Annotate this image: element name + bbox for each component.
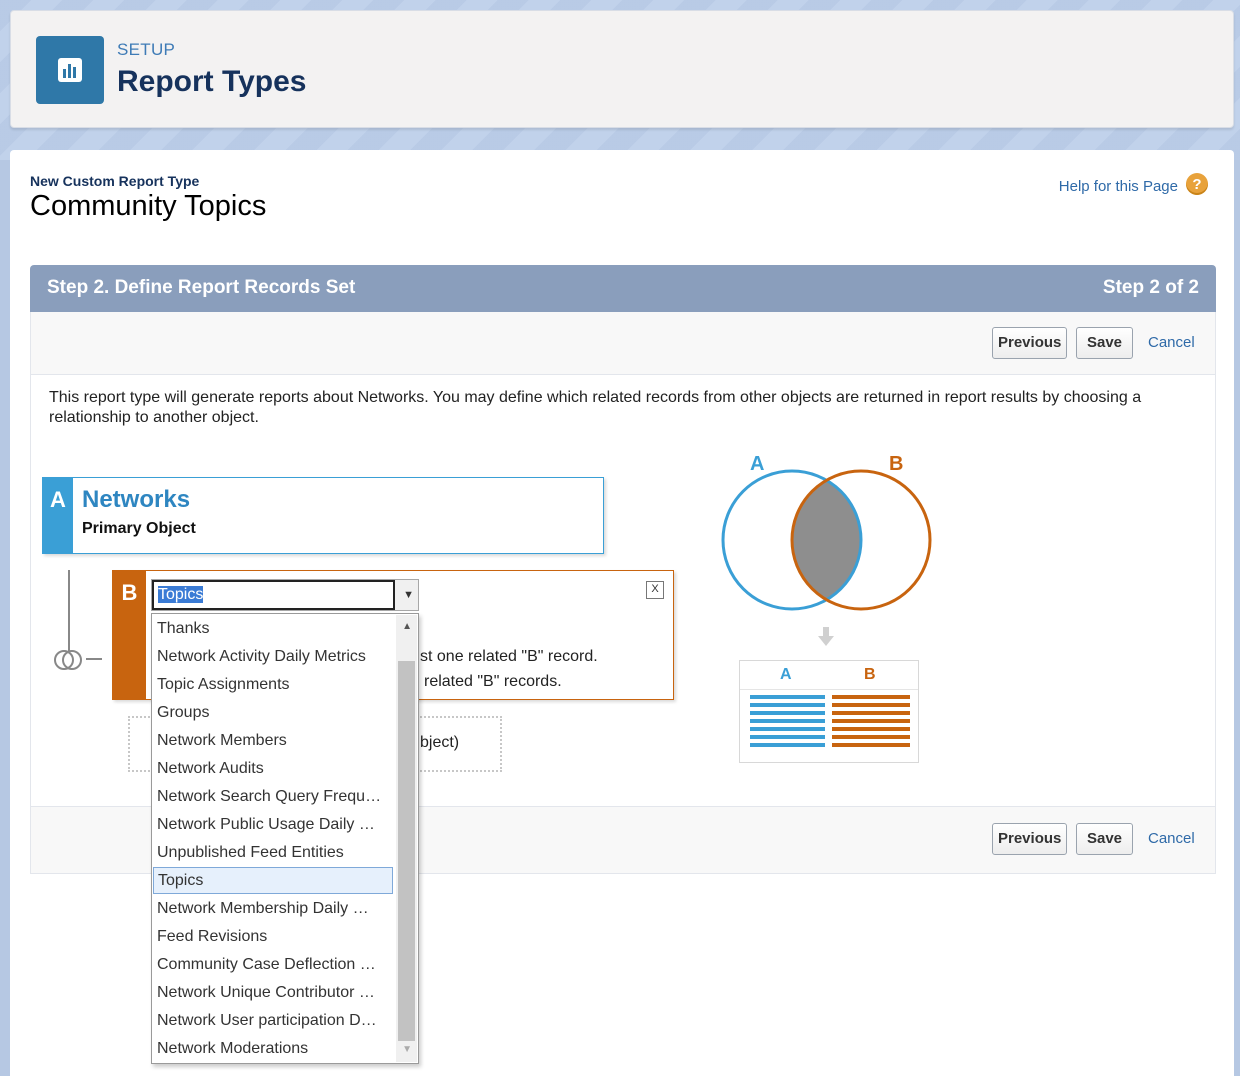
step-title: Step 2. Define Report Records Set	[47, 277, 356, 298]
table-label-b: B	[864, 666, 876, 683]
dropdown-option[interactable]: Network Membership Daily …	[153, 895, 393, 922]
table-divider	[740, 689, 918, 690]
setup-header: SETUP Report Types	[10, 10, 1234, 128]
dropdown-option[interactable]: Unpublished Feed Entities	[153, 839, 393, 866]
object-a-tag: A	[43, 478, 73, 553]
primary-object-label: Primary Object	[82, 520, 196, 537]
down-arrow-icon	[818, 627, 834, 646]
primary-object-box: A Networks Primary Object	[42, 477, 604, 554]
cancel-link[interactable]: Cancel	[1148, 823, 1195, 855]
dropdown-option[interactable]: Topics	[153, 867, 393, 894]
table-label-a: A	[780, 666, 792, 683]
cancel-link[interactable]: Cancel	[1148, 327, 1195, 359]
report-chart-icon	[36, 36, 104, 104]
step-counter: Step 2 of 2	[1102, 277, 1199, 298]
description-text: This report type will generate reports a…	[49, 389, 1142, 426]
dropdown-option[interactable]: Feed Revisions	[153, 923, 393, 950]
previous-button[interactable]: Previous	[992, 327, 1067, 359]
dropdown-option[interactable]: Network Activity Daily Metrics	[153, 643, 393, 670]
scroll-down-icon[interactable]: ▼	[402, 1044, 412, 1055]
table-column-a	[750, 695, 825, 751]
dropdown-option[interactable]: Community Case Deflection …	[153, 951, 393, 978]
scrollbar-thumb[interactable]	[398, 661, 415, 1041]
dropdown-option[interactable]: Thanks	[153, 615, 393, 642]
primary-object-name: Networks	[82, 486, 191, 513]
chevron-down-icon[interactable]: ▼	[403, 589, 414, 601]
setup-label: SETUP	[117, 40, 176, 59]
previous-button[interactable]: Previous	[992, 823, 1067, 855]
help-icon[interactable]: ?	[1186, 173, 1208, 195]
top-button-row: Previous Save Cancel	[31, 312, 1215, 375]
page-title: Community Topics	[30, 190, 267, 222]
venn-label-b: B	[889, 453, 903, 475]
relationship-venn-icon	[54, 650, 82, 670]
add-object-label: bject)	[420, 734, 460, 751]
connector-dash	[86, 658, 102, 660]
dropdown-option[interactable]: Topic Assignments	[153, 671, 393, 698]
relationship-option-1[interactable]: st one related "B" record.	[420, 648, 598, 666]
help-link[interactable]: Help for this Page	[1059, 178, 1178, 195]
scroll-up-icon[interactable]: ▲	[402, 621, 412, 632]
object-b-tag: B	[113, 571, 146, 699]
save-button[interactable]: Save	[1076, 327, 1133, 359]
dropdown-option[interactable]: Network Unique Contributor …	[153, 979, 393, 1006]
select-value[interactable]: Topics	[152, 580, 395, 610]
dropdown-option[interactable]: Network Audits	[153, 755, 393, 782]
save-button[interactable]: Save	[1076, 823, 1133, 855]
venn-diagram: A B	[721, 453, 932, 611]
dropdown-option[interactable]: Network Members	[153, 727, 393, 754]
connector-line	[68, 570, 70, 652]
relationship-option-2[interactable]: related "B" records.	[424, 673, 562, 691]
dropdown-option[interactable]: Network Public Usage Daily …	[153, 811, 393, 838]
breadcrumb: New Custom Report Type	[30, 173, 200, 189]
result-table-diagram: A B	[739, 660, 919, 763]
venn-label-a: A	[750, 453, 764, 475]
close-icon[interactable]: X	[646, 581, 664, 599]
dropdown-option[interactable]: Network Search Query Frequ…	[153, 783, 393, 810]
dropdown-option[interactable]: Network User participation D…	[153, 1007, 393, 1034]
step-header: Step 2. Define Report Records Set Step 2…	[30, 265, 1216, 312]
header-title: Report Types	[117, 65, 307, 98]
related-object-select[interactable]: Topics ▼	[151, 579, 419, 611]
object-dropdown-list[interactable]: ▲ ▼ Thanks Network Activity Daily Metrics…	[151, 613, 419, 1064]
dropdown-option[interactable]: Groups	[153, 699, 393, 726]
table-column-b	[832, 695, 910, 751]
dropdown-option[interactable]: Network Moderations	[153, 1035, 393, 1062]
